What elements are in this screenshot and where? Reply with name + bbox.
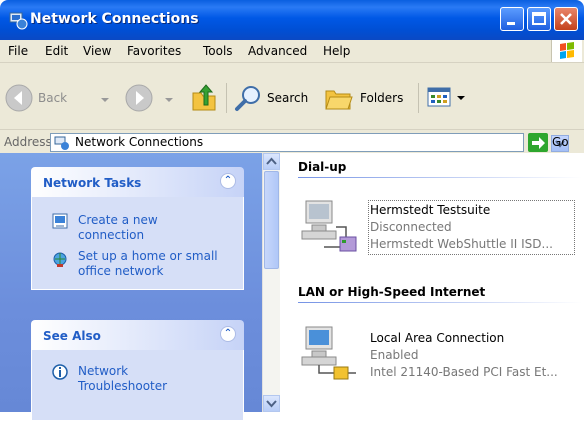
scroll-up-button[interactable] — [263, 153, 280, 170]
create-new-connection-line2: connection — [78, 228, 145, 242]
connection-device: Hermstedt WebShuttle II ISD... — [370, 237, 553, 251]
toolbar-separator — [418, 83, 419, 113]
network-connections-icon — [9, 12, 28, 30]
chevron-up-icon — [266, 157, 277, 165]
chevron-down-icon — [266, 400, 277, 408]
task-pane: Network Tasks ⌃ Create a new connection … — [0, 153, 262, 421]
network-troubleshooter-link[interactable]: Network Troubleshooter — [78, 364, 167, 394]
connection-device: Intel 21140-Based PCI Fast Et... — [370, 365, 558, 379]
network-connections-icon — [54, 136, 69, 150]
menu-file[interactable]: File — [8, 44, 28, 58]
minimize-button[interactable] — [500, 7, 524, 31]
go-label[interactable]: Go — [552, 135, 569, 149]
network-troubleshooter-line1: Network — [78, 364, 129, 378]
back-arrow-icon — [5, 84, 33, 112]
see-also-body: Network Troubleshooter — [31, 350, 244, 421]
collapse-chevron-icon[interactable]: ⌃ — [220, 173, 236, 189]
folders-icon — [325, 90, 353, 110]
home-network-icon — [53, 252, 67, 267]
address-label: Address — [4, 135, 52, 149]
task-pane-scrollbar[interactable] — [262, 153, 280, 412]
see-also-panel: See Also ⌃ Network Troubleshooter — [31, 320, 244, 421]
forward-arrow-icon — [125, 84, 153, 112]
menu-view[interactable]: View — [83, 44, 111, 58]
create-new-connection-line1: Create a new — [78, 213, 158, 227]
search-button[interactable]: Search — [233, 83, 313, 113]
lan-connection-icon — [301, 326, 356, 380]
network-tasks-title: Network Tasks — [43, 176, 142, 190]
connection-status: Disconnected — [370, 220, 452, 234]
group-header-lan: LAN or High-Speed Internet — [298, 285, 486, 299]
scroll-thumb[interactable] — [264, 171, 279, 269]
setup-home-network-line2: office network — [78, 264, 164, 278]
views-icon — [427, 87, 451, 107]
up-folder-icon[interactable] — [190, 83, 218, 113]
dialup-connection-icon — [301, 200, 357, 252]
network-tasks-header[interactable]: Network Tasks ⌃ — [31, 167, 244, 197]
group-divider — [298, 302, 582, 303]
menu-help[interactable]: Help — [323, 44, 350, 58]
setup-home-network-link[interactable]: Set up a home or small office network — [78, 249, 218, 279]
scroll-down-button[interactable] — [263, 395, 280, 412]
connection-status: Enabled — [370, 348, 419, 362]
forward-button[interactable] — [124, 83, 180, 113]
see-also-title: See Also — [43, 329, 101, 343]
views-button[interactable] — [426, 85, 470, 111]
search-label: Search — [267, 91, 309, 105]
info-icon — [52, 364, 68, 380]
close-icon — [560, 13, 572, 25]
folders-label: Folders — [360, 91, 404, 105]
setup-home-network-line1: Set up a home or small — [78, 249, 218, 263]
collapse-chevron-icon[interactable]: ⌃ — [220, 326, 236, 342]
folders-button[interactable]: Folders — [322, 83, 414, 113]
windows-logo — [551, 40, 582, 62]
go-button[interactable] — [528, 133, 548, 152]
maximize-button[interactable] — [527, 7, 551, 31]
search-icon — [235, 86, 260, 111]
see-also-header[interactable]: See Also ⌃ — [31, 320, 244, 350]
go-arrow-icon — [532, 137, 545, 149]
network-troubleshooter-line2: Troubleshooter — [78, 379, 168, 393]
create-new-connection-link[interactable]: Create a new connection — [78, 213, 158, 243]
menu-favorites[interactable]: Favorites — [127, 44, 181, 58]
network-tasks-panel: Network Tasks ⌃ Create a new connection … — [31, 167, 244, 290]
windows-flag-icon — [560, 42, 574, 59]
standard-toolbar: Back Search Folders — [0, 63, 584, 132]
minimize-icon — [507, 22, 515, 25]
connection-item-hermstedt[interactable]: Hermstedt Testsuite Disconnected Hermste… — [280, 193, 584, 263]
toolbar-separator — [226, 83, 227, 113]
window-title: Network Connections — [30, 11, 199, 27]
connection-name: Hermstedt Testsuite — [370, 203, 491, 217]
title-bar: Network Connections — [0, 0, 584, 40]
back-label: Back — [38, 91, 68, 105]
connections-view: Dial-up Hermstedt Testsuite Disconnected… — [280, 153, 584, 412]
group-header-dialup: Dial-up — [298, 160, 347, 174]
menu-advanced[interactable]: Advanced — [248, 44, 307, 58]
connection-item-local-area[interactable]: Local Area Connection Enabled Intel 2114… — [280, 321, 584, 391]
chevron-down-icon — [165, 98, 173, 102]
maximize-icon — [532, 12, 546, 25]
menu-edit[interactable]: Edit — [45, 44, 68, 58]
back-button[interactable]: Back — [4, 83, 114, 113]
chevron-down-icon — [101, 98, 109, 102]
network-tasks-body: Create a new connection Set up a home or… — [31, 197, 244, 290]
menu-bar: File Edit View Favorites Tools Advanced … — [0, 40, 584, 63]
close-button[interactable] — [554, 7, 578, 31]
chevron-down-icon — [457, 96, 465, 100]
connection-name: Local Area Connection — [370, 331, 505, 345]
group-divider — [298, 177, 582, 178]
address-value: Network Connections — [75, 135, 204, 149]
address-input[interactable]: Network Connections — [50, 133, 569, 152]
address-bar: Address Network Connections Go — [0, 129, 584, 154]
menu-tools[interactable]: Tools — [203, 44, 233, 58]
new-connection-icon — [52, 213, 68, 229]
